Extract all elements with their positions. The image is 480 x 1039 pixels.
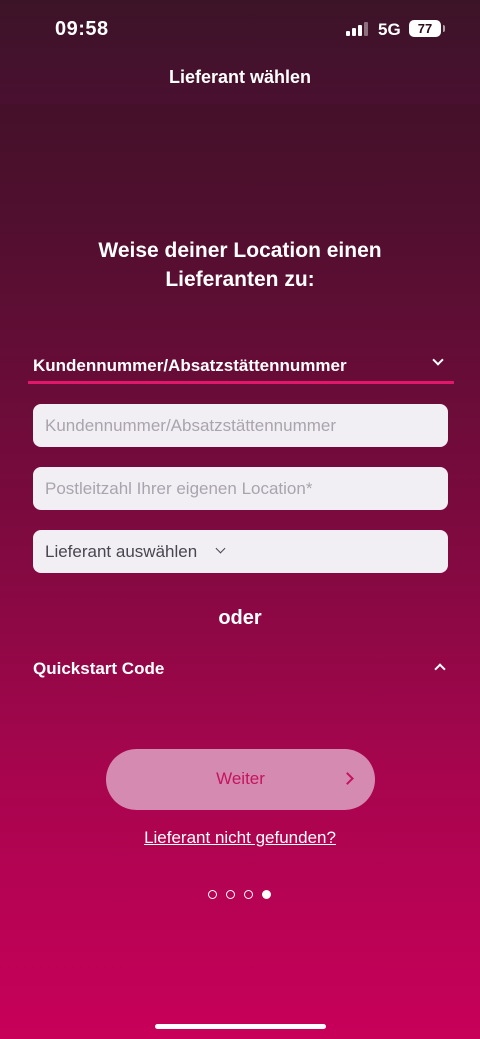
signal-strength-icon: [346, 22, 370, 36]
supplier-selection-screen: 09:58 5G 77 Lieferant wählen Weise deine…: [0, 0, 480, 1039]
supplier-select[interactable]: Lieferant auswählen: [33, 530, 448, 573]
network-type: 5G: [378, 20, 401, 39]
pagination-dots: [208, 890, 271, 899]
chevron-down-icon: [215, 543, 226, 554]
customer-number-field-wrapper: [33, 404, 448, 447]
customer-number-input[interactable]: [33, 404, 448, 447]
supplier-select-label: Lieferant auswählen: [45, 542, 198, 561]
battery-icon: 77: [409, 20, 445, 37]
chevron-up-icon: [434, 663, 446, 675]
or-separator: oder: [218, 607, 262, 629]
quickstart-section-toggle[interactable]: Quickstart Code: [33, 656, 448, 684]
page-title: Lieferant wählen: [168, 67, 312, 87]
quickstart-section-label: Quickstart Code: [33, 659, 165, 678]
pagination-dot-active: [262, 890, 271, 899]
postcode-field-wrapper: [33, 467, 448, 510]
customer-number-section-label: Kundennummer/Absatzstättennummer: [33, 356, 347, 375]
pagination-dot: [226, 890, 235, 899]
customer-number-section-toggle[interactable]: Kundennummer/Absatzstättennummer: [28, 350, 454, 384]
instruction-heading-line-2: Lieferanten zu:: [165, 268, 315, 291]
pagination-dot: [244, 890, 253, 899]
postcode-input[interactable]: [33, 467, 448, 510]
next-button[interactable]: Weiter: [106, 749, 375, 810]
chevron-down-icon: [432, 354, 444, 366]
next-button-label: Weiter: [216, 769, 265, 788]
status-time: 09:58: [55, 18, 109, 40]
status-bar: 09:58 5G 77: [0, 0, 480, 60]
instruction-heading-line-1: Weise deiner Location einen: [98, 239, 382, 262]
supplier-not-found-link[interactable]: Lieferant nicht gefunden?: [0, 828, 480, 848]
instruction-heading: Weise deiner Location einen Lieferanten …: [40, 236, 440, 294]
pagination-dot: [208, 890, 217, 899]
home-indicator[interactable]: [155, 1024, 326, 1029]
